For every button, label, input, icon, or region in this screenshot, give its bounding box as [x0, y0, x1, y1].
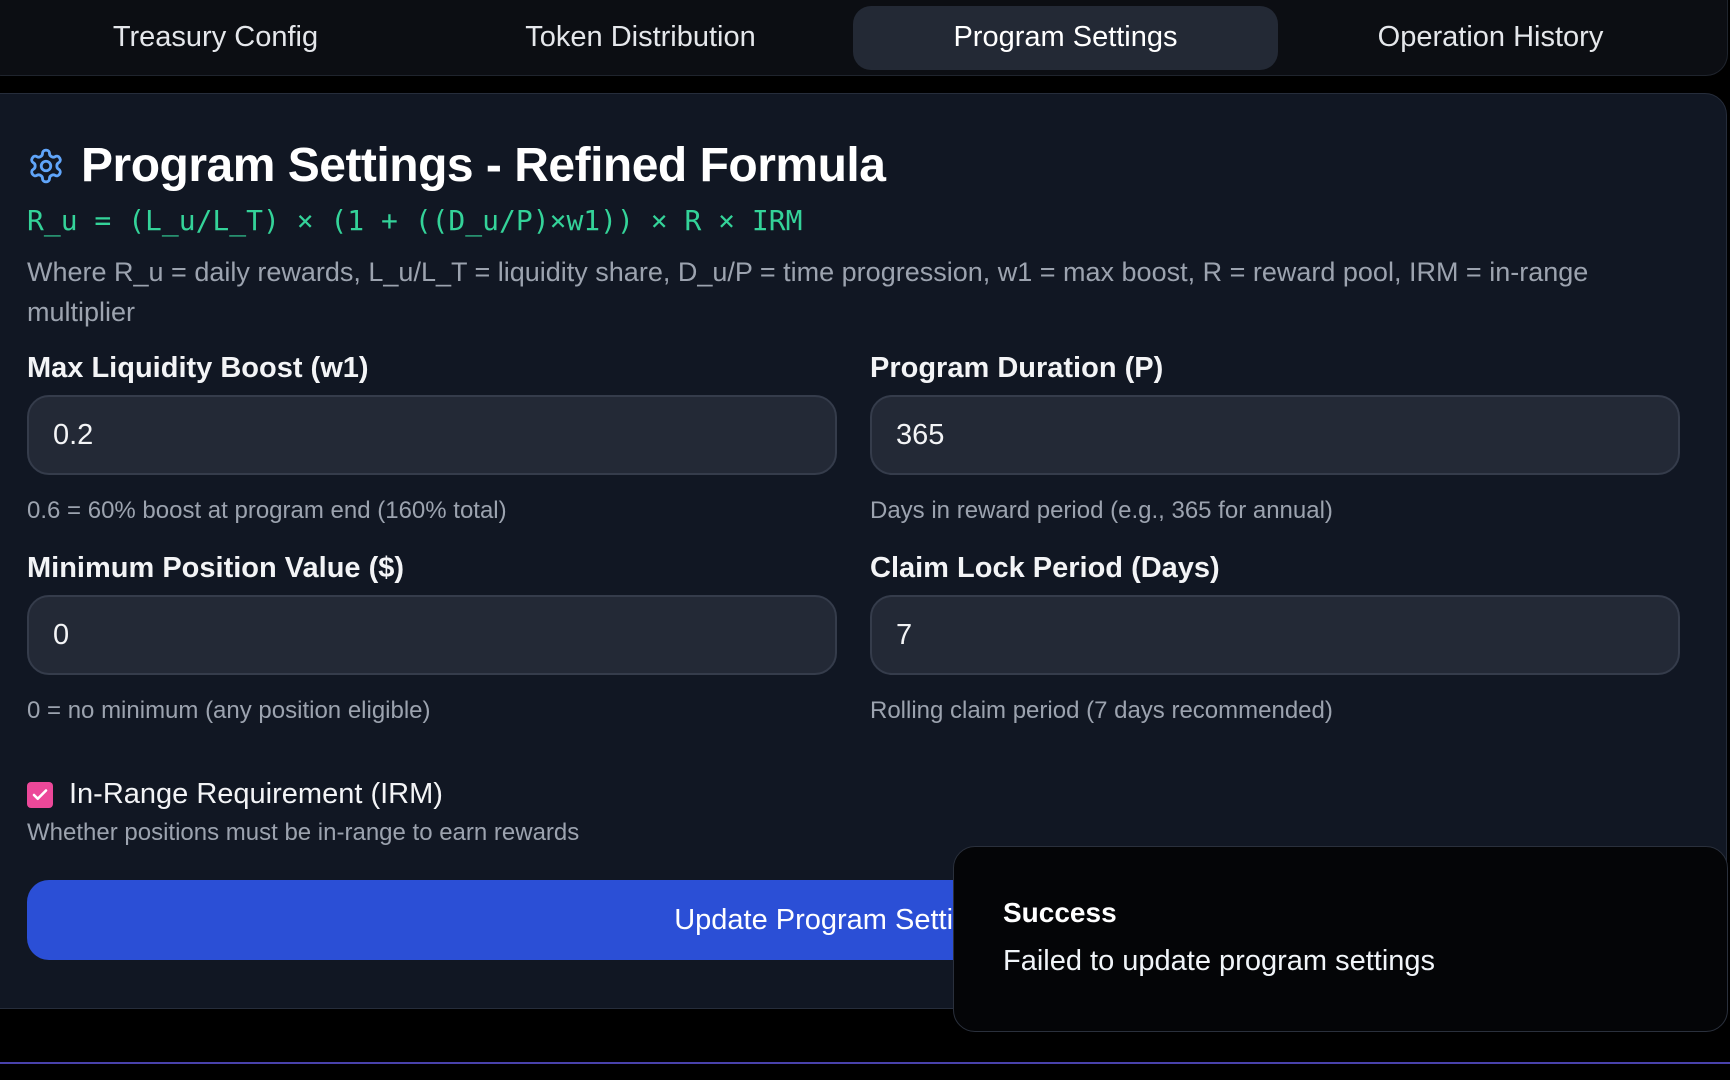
claim-lock-field-group: Claim Lock Period (Days) 7 Rolling claim… — [870, 552, 1680, 725]
reward-formula: R_u = (L_u/L_T) × (1 + ((D_u/P)×w1)) × R… — [27, 204, 803, 237]
max-boost-hint: 0.6 = 60% boost at program end (160% tot… — [27, 497, 507, 524]
duration-hint: Days in reward period (e.g., 365 for ann… — [870, 497, 1333, 524]
tab-treasury-config[interactable]: Treasury Config — [3, 6, 428, 70]
irm-label: In-Range Requirement (IRM) — [69, 778, 443, 810]
toast-title: Success — [1003, 897, 1117, 928]
min-position-hint: 0 = no minimum (any position eligible) — [27, 697, 431, 724]
min-position-input[interactable]: 0 — [27, 595, 837, 675]
check-icon — [32, 788, 48, 800]
irm-hint: Whether positions must be in-range to ea… — [27, 819, 580, 846]
bottom-divider — [0, 1062, 1730, 1064]
tab-bar: Treasury Config Token Distribution Progr… — [0, 0, 1728, 76]
claim-lock-hint: Rolling claim period (7 days recommended… — [870, 697, 1333, 724]
duration-input[interactable]: 365 — [870, 395, 1680, 475]
irm-checkbox-row[interactable]: In-Range Requirement (IRM) — [27, 778, 443, 811]
tab-program-settings[interactable]: Program Settings — [853, 5, 1278, 70]
tab-operation-history[interactable]: Operation History — [1278, 6, 1703, 70]
page-title: Program Settings - Refined Formula — [81, 139, 886, 192]
claim-lock-label: Claim Lock Period (Days) — [870, 552, 1220, 584]
max-boost-field-group: Max Liquidity Boost (w1) 0.2 0.6 = 60% b… — [27, 352, 837, 525]
claim-lock-input[interactable]: 7 — [870, 595, 1680, 675]
duration-field-group: Program Duration (P) 365 Days in reward … — [870, 352, 1680, 525]
tab-token-distribution[interactable]: Token Distribution — [428, 6, 853, 70]
max-boost-label: Max Liquidity Boost (w1) — [27, 352, 369, 384]
max-boost-input[interactable]: 0.2 — [27, 395, 837, 475]
gear-icon — [30, 148, 62, 183]
card-header: Program Settings - Refined Formula — [27, 138, 886, 193]
irm-checkbox[interactable] — [27, 781, 53, 808]
toast-notification: Success Failed to update program setting… — [953, 846, 1728, 1032]
min-position-field-group: Minimum Position Value ($) 0 0 = no mini… — [27, 552, 837, 725]
toast-message: Failed to update program settings — [1003, 945, 1436, 977]
min-position-label: Minimum Position Value ($) — [27, 552, 405, 584]
duration-label: Program Duration (P) — [870, 352, 1164, 384]
formula-description: Where R_u = daily rewards, L_u/L_T = liq… — [27, 257, 1589, 327]
